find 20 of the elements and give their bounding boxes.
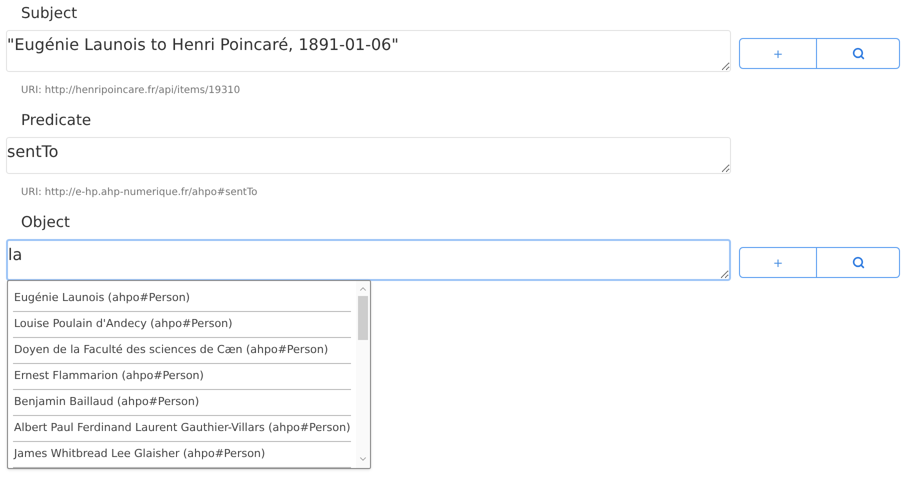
text-field[interactable]: sentTo bbox=[6, 137, 731, 174]
suggestion-item[interactable]: Doyen de la Faculté des sciences de Cæn (ahpo#Person) bbox=[13, 338, 352, 364]
uri-text: URI: http://henripoincare.fr/api/items/19310 bbox=[21, 84, 242, 98]
suggestion-item[interactable]: Benjamin Baillaud (ahpo#Person) bbox=[13, 390, 352, 416]
field-label: Predicate bbox=[21, 110, 92, 130]
search-icon bbox=[852, 256, 864, 269]
search-button[interactable] bbox=[817, 38, 900, 69]
field-label: Object bbox=[21, 212, 71, 232]
suggestion-item[interactable]: Ernest Flammarion (ahpo#Person) bbox=[13, 364, 352, 390]
field-label: Subject bbox=[21, 3, 78, 23]
text-field[interactable]: "Eugénie Launois to Henri Poincaré, 1891-01-06" bbox=[6, 30, 731, 72]
suggestion-item[interactable]: Eugénie Launois (ahpo#Person) bbox=[13, 286, 352, 312]
suggestion-item[interactable]: Albert Paul Ferdinand Laurent Gauthier-Villars (ahpo#Person) bbox=[13, 416, 352, 442]
suggestion-item[interactable]: Louise Poulain d'Andecy (ahpo#Person) bbox=[13, 312, 352, 338]
search-icon bbox=[852, 47, 864, 60]
scrollbar-thumb[interactable] bbox=[358, 296, 368, 340]
suggestion-item[interactable]: James Whitbread Lee Glaisher (ahpo#Person) bbox=[13, 442, 352, 468]
text-field[interactable]: la bbox=[6, 239, 731, 281]
uri-text: URI: http://e-hp.ahp-numerique.fr/ahpo#sentTo bbox=[21, 186, 258, 200]
search-button[interactable] bbox=[817, 247, 900, 278]
